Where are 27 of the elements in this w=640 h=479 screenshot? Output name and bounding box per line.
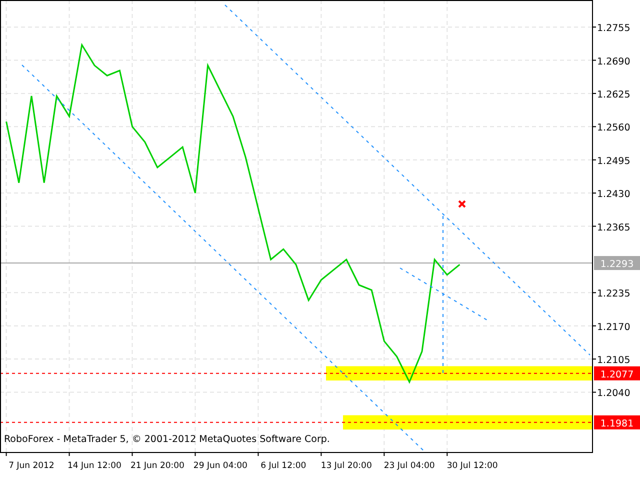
time-axis-label: 6 Jul 12:00: [260, 461, 306, 471]
price-axis-label: 1.2690: [597, 56, 630, 68]
price-axis-label: 1.2430: [597, 189, 630, 200]
price-axis-label: 1.2495: [597, 156, 630, 167]
ref-line-label: 1.2077: [600, 369, 634, 380]
price-label: 1.2293: [594, 256, 640, 270]
price-axis-label: 1.2235: [597, 288, 630, 300]
price-axis-label: 1.2365: [597, 222, 630, 234]
ref-line-label: 1.2293: [600, 259, 634, 270]
time-axis-label: 23 Jul 04:00: [384, 461, 435, 471]
ref-line-label: 1.1981: [600, 418, 634, 430]
price-axis-label: 1.2625: [597, 89, 630, 100]
price-axis-label: 1.2755: [597, 23, 630, 34]
price-label: 1.2077: [594, 366, 640, 380]
time-axis-label: 7 Jun 2012: [8, 461, 54, 471]
time-axis-label: 13 Jul 20:00: [320, 461, 372, 471]
time-axis-label: 21 Jun 20:00: [130, 461, 184, 471]
price-axis-label: 1.2040: [597, 388, 630, 400]
price-axis-label: 1.2105: [597, 355, 630, 366]
time-axis-label: 14 Jun 12:00: [67, 461, 122, 471]
price-axis-label: 1.2170: [597, 322, 630, 333]
copyright-text: RoboForex - MetaTrader 5, © 2001-2012 MetaQuotes Software Corp.: [4, 434, 330, 445]
time-axis-label: 30 Jul 12:00: [446, 461, 498, 471]
cross-icon: [458, 200, 466, 208]
price-label: 1.1981: [594, 415, 640, 430]
price-axis-label: 1.2560: [597, 122, 630, 134]
time-axis-label: 29 Jun 04:00: [193, 461, 248, 471]
